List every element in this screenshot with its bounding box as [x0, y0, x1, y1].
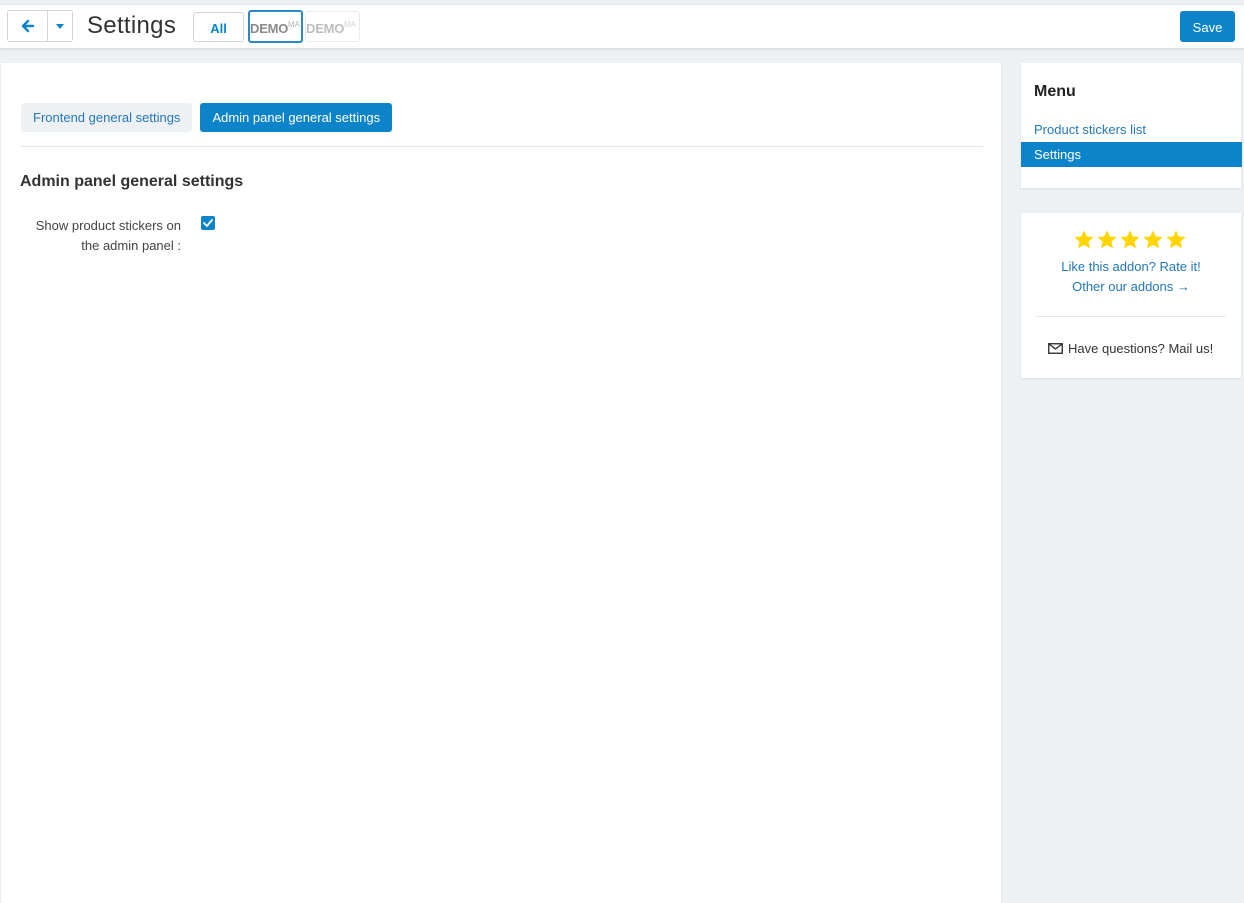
back-button-group: [7, 10, 73, 42]
star-icon[interactable]: [1073, 229, 1095, 251]
sidebar-menu: Menu Product stickers list Settings: [1021, 63, 1242, 188]
addon-rating-panel: Like this addon? Rate it! Other our addo…: [1021, 213, 1241, 378]
tab-admin-panel-general-settings[interactable]: Admin panel general settings: [200, 103, 393, 132]
storefront-logo-selected[interactable]: DEMO MA: [248, 10, 303, 43]
storefront-logo[interactable]: DEMO MA: [305, 11, 360, 42]
save-button[interactable]: Save: [1180, 11, 1235, 42]
star-icon[interactable]: [1142, 229, 1164, 251]
section-title: Admin panel general settings: [20, 173, 244, 190]
storefront-all-button[interactable]: All: [193, 12, 244, 42]
settings-tabs: Frontend general settings Admin panel ge…: [21, 103, 400, 133]
top-toolbar: Settings All DEMO MA DEMO MA Save: [0, 4, 1244, 48]
show-stickers-checkbox[interactable]: [201, 216, 215, 230]
rating-stars[interactable]: [1073, 229, 1187, 251]
star-icon[interactable]: [1165, 229, 1187, 251]
storefront-logo-text: DEMO: [306, 21, 345, 36]
sidebar-item-product-stickers-list[interactable]: Product stickers list: [1021, 117, 1242, 142]
back-dropdown-toggle[interactable]: [48, 11, 72, 41]
mail-us-link[interactable]: Have questions? Mail us!: [1048, 341, 1213, 356]
tab-frontend-general-settings[interactable]: Frontend general settings: [21, 103, 193, 132]
page-title: Settings: [87, 12, 177, 39]
show-stickers-label: Show product stickers on the admin panel…: [35, 218, 181, 253]
storefront-logo-subtext: MA: [344, 20, 356, 29]
main-panel: Frontend general settings Admin panel ge…: [1, 63, 1001, 903]
sidebar-item-settings[interactable]: Settings: [1021, 142, 1242, 167]
sidebar-menu-title: Menu: [1034, 83, 1076, 100]
caret-down-icon: [56, 23, 64, 29]
tab-divider: [21, 146, 983, 147]
arrow-left-icon: [21, 19, 34, 33]
back-button[interactable]: [8, 11, 48, 41]
rate-addon-link[interactable]: Like this addon? Rate it!: [1021, 259, 1241, 274]
storefront-logo-subtext: MA: [288, 20, 300, 29]
rating-divider: [1036, 316, 1226, 317]
other-addons-link[interactable]: Other our addons →: [1021, 279, 1241, 294]
star-icon[interactable]: [1096, 229, 1118, 251]
mail-us-label: Have questions? Mail us!: [1068, 341, 1214, 356]
envelope-icon: [1048, 343, 1063, 354]
star-icon[interactable]: [1119, 229, 1141, 251]
storefront-logo-text: DEMO: [250, 21, 289, 36]
check-icon: [203, 219, 213, 227]
